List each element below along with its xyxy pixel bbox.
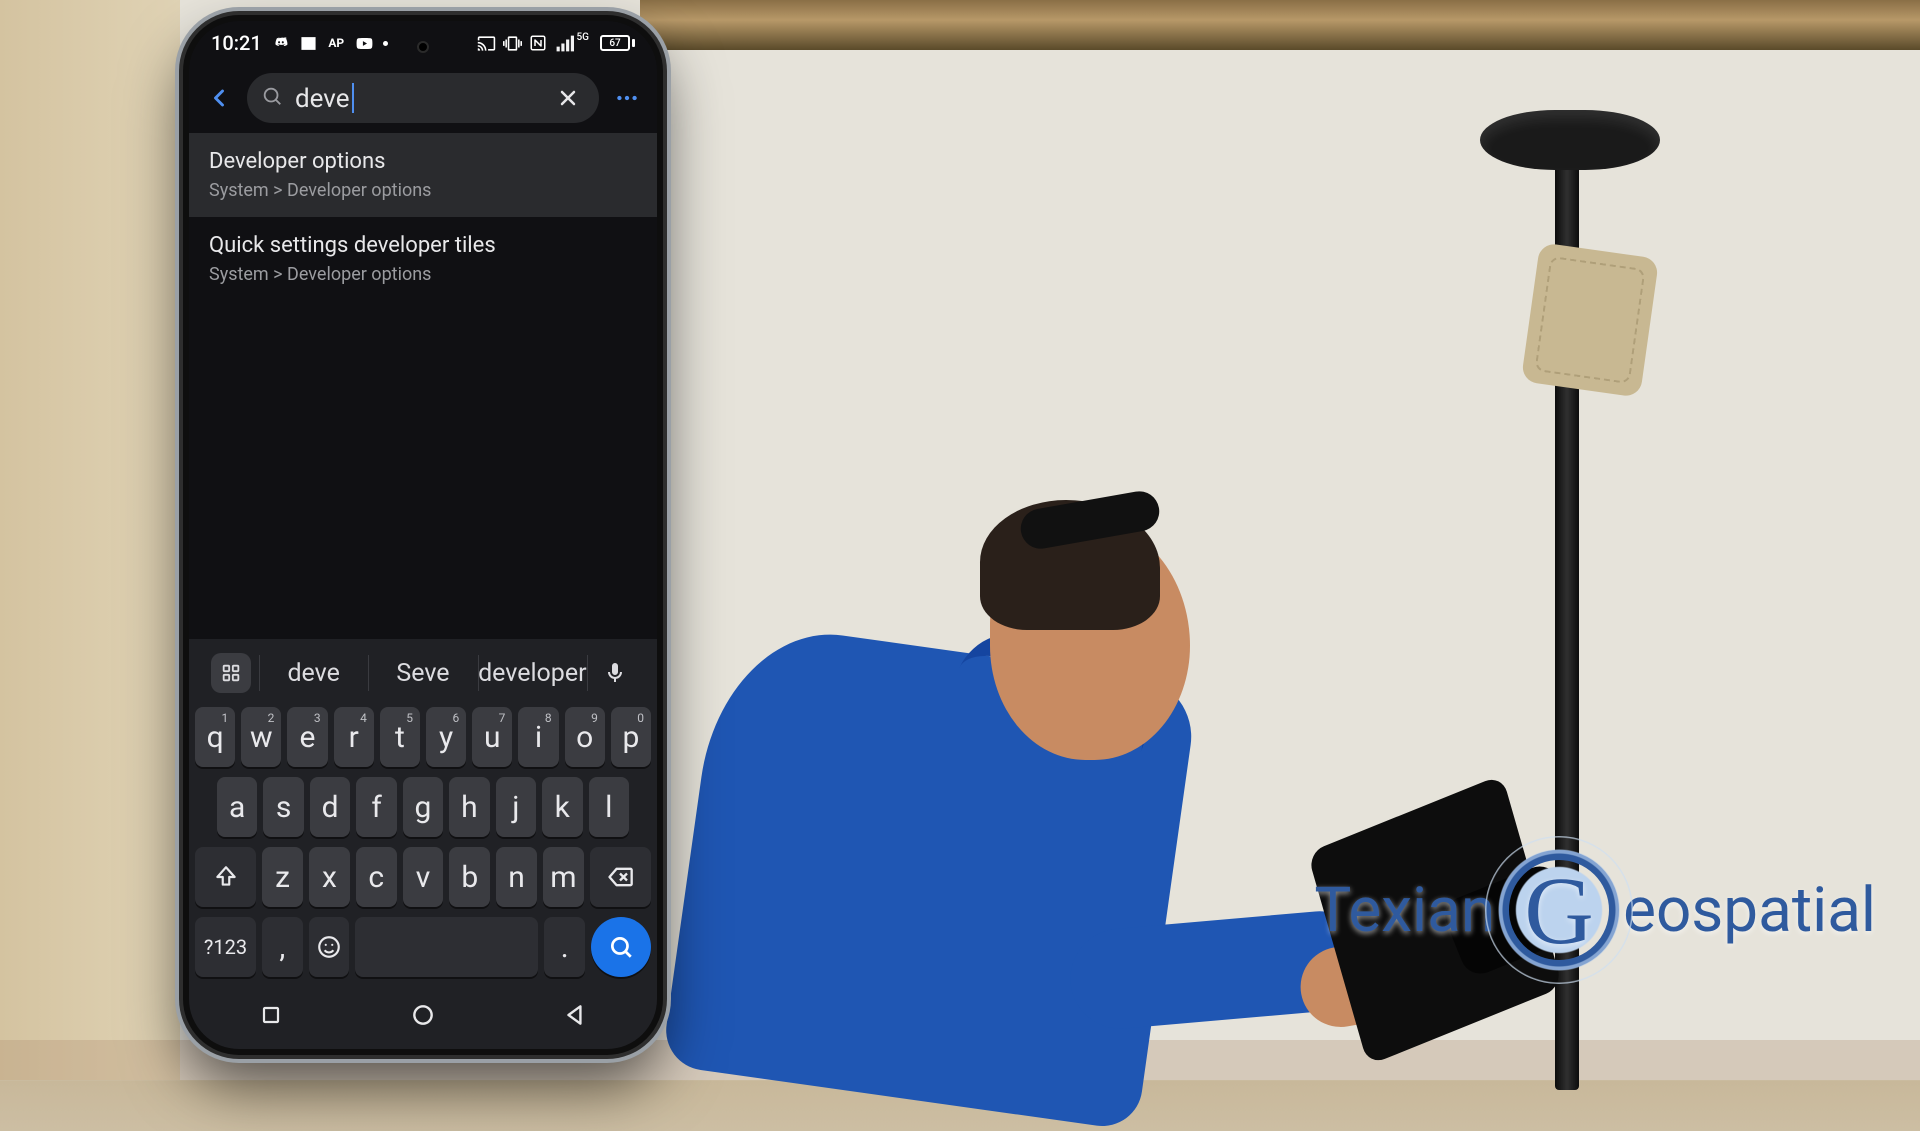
emoji-key[interactable]	[309, 917, 350, 977]
gps-receiver	[1521, 242, 1659, 397]
key-n[interactable]: n	[496, 847, 537, 907]
status-overflow-dot	[383, 41, 388, 46]
logo-word-1: Texian	[1314, 874, 1495, 947]
key-z[interactable]: z	[262, 847, 303, 907]
search-icon	[261, 85, 283, 111]
search-query: deve	[295, 83, 539, 114]
background-left-wall	[0, 0, 180, 1080]
result-developer-options[interactable]: Developer options System > Developer opt…	[189, 133, 657, 217]
key-c[interactable]: c	[356, 847, 397, 907]
battery-indicator: 67	[600, 35, 635, 51]
phone-frame: 10:21 AP	[183, 15, 663, 1055]
cast-icon	[477, 34, 496, 53]
key-t[interactable]: t5	[380, 707, 420, 767]
search-action-key[interactable]	[591, 917, 651, 977]
key-row-1: q1w2e3r4t5y6u7i8o9p0	[195, 707, 651, 767]
key-row-2: asdfghjkl	[195, 777, 651, 837]
key-p[interactable]: p0	[611, 707, 651, 767]
background-wood-trim	[640, 0, 1920, 50]
status-time: 10:21	[211, 31, 262, 55]
suggestion-1[interactable]: deve	[259, 639, 368, 707]
clear-button[interactable]	[551, 81, 585, 115]
suggestion-bar: deve Seve developer	[195, 639, 651, 707]
suggestion-2[interactable]: Seve	[368, 639, 477, 707]
texian-geospatial-logo: Texian G eospatial	[1314, 850, 1876, 970]
logo-big-letter: G	[1524, 855, 1593, 966]
text-cursor	[352, 83, 354, 113]
key-m[interactable]: m	[543, 847, 584, 907]
youtube-icon	[355, 34, 374, 53]
suggestion-3[interactable]: developer	[478, 639, 587, 707]
keyboard-menu-button[interactable]	[203, 639, 259, 707]
key-w[interactable]: w2	[241, 707, 281, 767]
key-e[interactable]: e3	[287, 707, 327, 767]
key-row-3: zxcvbnm	[195, 847, 651, 907]
key-s[interactable]: s	[263, 777, 303, 837]
key-b[interactable]: b	[449, 847, 490, 907]
key-j[interactable]: j	[496, 777, 536, 837]
signal-icon	[555, 34, 574, 53]
result-title: Developer options	[209, 149, 637, 174]
key-g[interactable]: g	[403, 777, 443, 837]
key-o[interactable]: o9	[565, 707, 605, 767]
vibrate-icon	[503, 34, 522, 53]
key-x[interactable]: x	[309, 847, 350, 907]
search-field[interactable]: deve	[247, 73, 599, 123]
space-key[interactable]	[355, 917, 538, 977]
key-f[interactable]: f	[356, 777, 396, 837]
key-r[interactable]: r4	[334, 707, 374, 767]
person-silhouette	[650, 500, 1300, 1100]
discord-icon	[271, 34, 290, 53]
comma-key[interactable]: ,	[262, 917, 303, 977]
on-screen-keyboard: deve Seve developer q1w2e3r4t5y6u7i8o9p0…	[189, 639, 657, 1049]
search-results: Developer options System > Developer opt…	[189, 133, 657, 301]
backspace-key[interactable]	[590, 847, 651, 907]
network-label: 5G	[577, 32, 590, 43]
numeric-key[interactable]: ?123	[195, 917, 256, 977]
result-title: Quick settings developer tiles	[209, 233, 637, 258]
nfc-icon	[529, 34, 548, 53]
key-h[interactable]: h	[449, 777, 489, 837]
mic-button[interactable]	[587, 639, 643, 707]
key-y[interactable]: y6	[426, 707, 466, 767]
result-path: System > Developer options	[209, 180, 637, 201]
key-i[interactable]: i8	[518, 707, 558, 767]
gps-antenna	[1480, 110, 1660, 170]
result-path: System > Developer options	[209, 264, 637, 285]
phone-screen: 10:21 AP	[189, 21, 657, 1049]
system-nav-bar	[195, 987, 651, 1043]
key-u[interactable]: u7	[472, 707, 512, 767]
shift-key[interactable]	[195, 847, 256, 907]
key-a[interactable]: a	[217, 777, 257, 837]
period-key[interactable]: .	[544, 917, 585, 977]
back-button[interactable]	[197, 76, 241, 120]
logo-word-2: eospatial	[1623, 874, 1876, 947]
more-button[interactable]	[605, 76, 649, 120]
facebook-icon	[299, 34, 318, 53]
ap-icon: AP	[327, 34, 346, 53]
search-row: deve	[189, 65, 657, 133]
nav-recents[interactable]	[226, 997, 316, 1033]
nav-home[interactable]	[378, 997, 468, 1033]
key-l[interactable]: l	[589, 777, 629, 837]
key-row-4: ?123 , .	[195, 917, 651, 977]
result-quick-settings-tiles[interactable]: Quick settings developer tiles System > …	[189, 217, 657, 301]
key-k[interactable]: k	[542, 777, 582, 837]
key-d[interactable]: d	[310, 777, 350, 837]
key-q[interactable]: q1	[195, 707, 235, 767]
key-v[interactable]: v	[403, 847, 444, 907]
nav-back[interactable]	[530, 997, 620, 1033]
